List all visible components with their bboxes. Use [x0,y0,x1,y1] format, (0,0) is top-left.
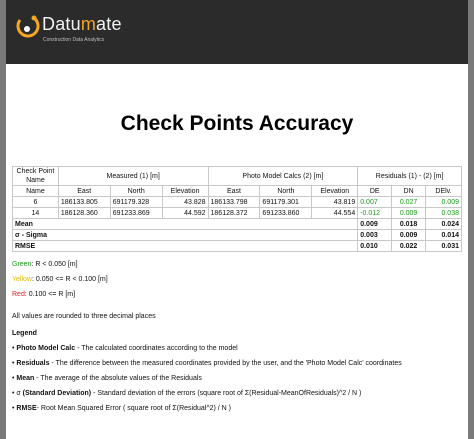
cell-m-east: 186133.805 [57,196,111,208]
legend-item: • σ (Standard Deviation) - Standard devi… [12,390,362,397]
threshold-green-rule: : R < 0.050 [m] [31,261,78,268]
cell-c-north: 691233.860 [259,207,313,219]
threshold-red: Red: 0.100 <= R [m] [12,291,75,298]
legend-item: • Mean - The average of the absolute val… [12,375,202,382]
cell-m-east: 186128.360 [57,207,111,219]
stat-delv: 0.014 [425,229,462,241]
header-residuals: Residuals (1) - (2) [m] [357,166,462,186]
cell-dn: 0.009 [391,207,427,219]
brand-name: Datumate [42,14,122,34]
col-delv: DElv. [425,185,462,197]
table-sub-header-row: Name East North Elevation East North Ele… [12,185,462,197]
stats-row-mean: Mean 0.009 0.018 0.024 [11,218,462,230]
legend-desc: - The difference between the measured co… [49,360,402,367]
threshold-green-word: Green [12,261,32,268]
legend-item: • Residuals - The difference between the… [12,360,402,367]
cell-delv: 0.038 [425,207,462,219]
cell-c-elev: 43.819 [311,196,359,208]
threshold-yellow: Yellow: 0.050 <= R < 0.100 [m] [12,276,108,283]
cell-m-north: 691179.328 [109,196,163,208]
col-m-east: East [57,185,111,197]
stat-dn: 0.009 [391,229,427,241]
legend-term: Photo Model Calc [16,345,76,352]
stat-dn: 0.022 [391,240,427,252]
col-m-elev: Elevation [161,185,209,197]
brand-tagline: Construction Data Analytics [43,37,105,43]
header-measured: Measured (1) [m] [57,166,209,186]
cell-m-elev: 44.592 [161,207,209,219]
window-frame-right [468,0,474,439]
legend-heading: Legend [12,330,37,337]
threshold-yellow-rule: : 0.050 <= R < 0.100 [m] [31,276,108,283]
threshold-yellow-word: Yellow [12,276,32,283]
table-row: 14 186128.360 691233.869 44.592 186128.3… [12,207,462,219]
legend-desc: - The average of the absolute values of … [34,375,202,382]
header-checkpoint: Check Point Name [12,166,59,186]
legend-term: Mean [16,375,35,382]
stat-dn: 0.018 [391,218,427,230]
col-de: DE [357,185,393,197]
cell-dn: 0.027 [391,196,427,208]
cell-m-elev: 43.828 [161,196,209,208]
window-frame-left [0,0,6,439]
col-c-elev: Elevation [311,185,359,197]
col-c-north: North [259,185,313,197]
page-title: Check Points Accuracy [120,112,354,135]
threshold-green: Green: R < 0.050 [m] [12,261,78,268]
stat-label: Mean [11,218,359,230]
threshold-red-rule: : 0.100 <= R [m] [24,291,76,298]
cell-c-east: 186133.798 [207,196,261,208]
cell-c-north: 691179.301 [259,196,313,208]
cell-delv: 0.009 [425,196,462,208]
cell-de: -0.012 [357,207,393,219]
legend-item: • Photo Model Calc - The calculated coor… [12,345,238,352]
header-calcs: Photo Model Calcs (2) [m] [207,166,359,186]
stat-delv: 0.031 [425,240,462,252]
col-name: Name [12,185,59,197]
legend-term: (Standard Deviation) [22,390,92,397]
stat-de: 0.010 [357,240,393,252]
logo-mark-icon [16,15,40,38]
stats-row-rmse: RMSE 0.010 0.022 0.031 [11,240,462,252]
accuracy-table: Check Point Name Measured (1) [m] Photo … [11,166,462,252]
app-header: Datumate Construction Data Analytics [6,0,468,64]
rounding-note: All values are rounded to three decimal … [12,313,156,320]
legend-term: Residuals [16,360,50,367]
table-row: 6 186133.805 691179.328 43.828 186133.79… [12,196,462,208]
cell-name: 14 [12,207,59,219]
col-m-north: North [109,185,163,197]
table-group-header-row: Check Point Name Measured (1) [m] Photo … [12,166,462,186]
col-c-east: East [207,185,261,197]
col-dn: DN [391,185,427,197]
legend-term: RMSE [16,405,37,412]
stat-de: 0.003 [357,229,393,241]
stat-label: σ - Sigma [11,229,359,241]
stat-de: 0.009 [357,218,393,230]
datumate-logo[interactable]: Datumate Construction Data Analytics [16,12,136,52]
stat-delv: 0.024 [425,218,462,230]
cell-c-elev: 44.554 [311,207,359,219]
legend-item: • RMSE- Root Mean Squared Error ( square… [12,405,231,412]
cell-c-east: 186128.372 [207,207,261,219]
cell-de: 0.007 [357,196,393,208]
threshold-red-word: Red [12,291,25,298]
legend-desc: - Standard deviation of the errors (squa… [91,390,362,397]
stat-label: RMSE [11,240,359,252]
legend-desc: - Root Mean Squared Error ( square root … [36,405,231,412]
cell-name: 6 [12,196,59,208]
cell-m-north: 691233.869 [109,207,163,219]
legend-desc: - The calculated coordinates according t… [75,345,238,352]
stats-row-sigma: σ - Sigma 0.003 0.009 0.014 [11,229,462,241]
